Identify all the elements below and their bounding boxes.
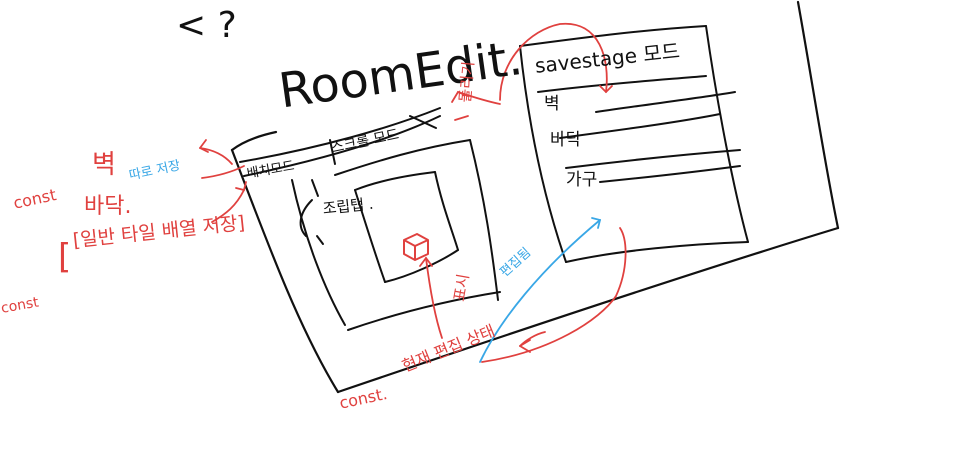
note-floor: 바닥.	[84, 194, 132, 219]
blue-arrow	[479, 217, 602, 363]
workspace-panel	[291, 139, 501, 331]
corner-mark: < ?	[176, 5, 237, 46]
storage-item-floor: 바닥	[550, 130, 582, 150]
note-wall: 벽	[92, 150, 116, 180]
cube-icon	[403, 233, 429, 261]
note-rotate: 돌리기	[456, 60, 478, 104]
storage-item-furniture: 가구	[566, 170, 598, 190]
bracket-open: [	[58, 237, 72, 277]
storage-item-wall: 벽	[544, 94, 560, 114]
